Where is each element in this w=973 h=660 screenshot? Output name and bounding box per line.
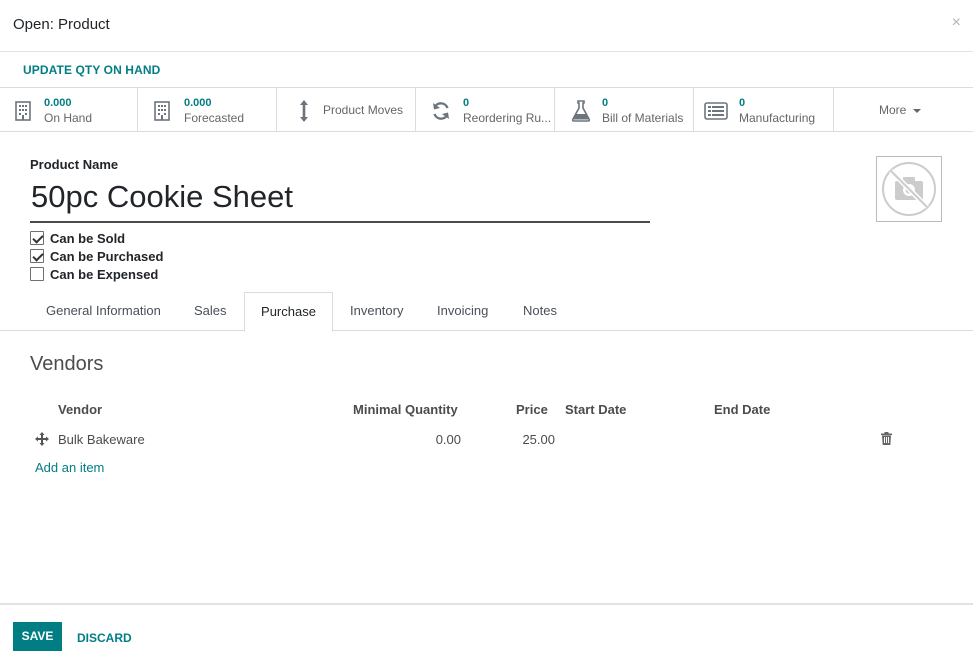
table-row[interactable]: Bulk Bakeware 0.00 25.00 (0, 429, 973, 451)
forecasted-value: 0.000 (184, 97, 212, 109)
col-start-date[interactable]: Start Date (565, 402, 626, 417)
product-name-input[interactable]: 50pc Cookie Sheet (30, 176, 650, 223)
dialog-header: Open: Product × (0, 0, 973, 52)
update-qty-button[interactable]: UPDATE QTY ON HAND (23, 63, 160, 77)
product-name-label: Product Name (30, 157, 119, 172)
product-moves-label: Product Moves (323, 103, 404, 117)
can-be-purchased-row: Can be Purchased (30, 247, 163, 265)
manufacturing-value: 0 (739, 97, 746, 109)
no-camera-icon (882, 162, 936, 216)
notebook-tabs: General Information Sales Purchase Inven… (0, 292, 973, 332)
product-flags: Can be Sold Can be Purchased Can be Expe… (30, 229, 163, 283)
on-hand-value: 0.000 (44, 97, 72, 109)
can-be-sold-checkbox[interactable] (30, 231, 44, 245)
price[interactable]: 25.00 (500, 432, 555, 447)
col-vendor[interactable]: Vendor (58, 402, 102, 417)
refresh-icon (430, 100, 452, 122)
building-icon (151, 100, 173, 122)
tab-invoicing[interactable]: Invoicing (421, 292, 504, 331)
can-be-purchased-label: Can be Purchased (50, 248, 164, 264)
tab-notes[interactable]: Notes (507, 292, 573, 331)
close-icon[interactable]: × (952, 14, 961, 32)
col-minimal-quantity[interactable]: Minimal Quantity (353, 402, 458, 417)
manufacturing-button[interactable]: 0 Manufacturing (694, 88, 834, 131)
tab-general-information[interactable]: General Information (30, 292, 177, 331)
bom-label: Bill of Materials (602, 111, 684, 125)
vendor-name[interactable]: Bulk Bakeware (58, 432, 145, 447)
product-moves-button[interactable]: Product Moves (277, 88, 416, 131)
dialog-title: Open: Product (13, 16, 110, 33)
tab-sales[interactable]: Sales (178, 292, 243, 331)
reordering-rules-value: 0 (463, 97, 470, 109)
action-bar: UPDATE QTY ON HAND (0, 52, 973, 88)
manufacturing-label: Manufacturing (739, 111, 816, 125)
col-price[interactable]: Price (516, 402, 548, 417)
vendors-table-header: Vendor Minimal Quantity Price Start Date… (0, 402, 973, 420)
bill-of-materials-button[interactable]: 0 Bill of Materials (555, 88, 694, 131)
more-label: More (879, 103, 907, 117)
col-end-date[interactable]: End Date (714, 402, 770, 417)
minimal-quantity[interactable]: 0.00 (400, 432, 461, 447)
forecasted-label: Forecasted (184, 111, 245, 125)
reordering-rules-button[interactable]: 0 Reordering Ru... (416, 88, 555, 131)
more-button[interactable]: More (834, 88, 973, 131)
add-an-item-link[interactable]: Add an item (35, 460, 104, 475)
can-be-purchased-checkbox[interactable] (30, 249, 44, 263)
can-be-expensed-row: Can be Expensed (30, 265, 163, 283)
can-be-expensed-checkbox[interactable] (30, 267, 44, 281)
bom-value: 0 (602, 97, 609, 109)
dialog-footer: SAVE DISCARD (0, 603, 973, 660)
drag-handle-icon[interactable] (35, 432, 49, 449)
tab-inventory[interactable]: Inventory (334, 292, 419, 331)
on-hand-button[interactable]: 0.000 On Hand (0, 88, 138, 131)
vendors-title: Vendors (30, 353, 104, 375)
can-be-expensed-label: Can be Expensed (50, 266, 159, 282)
can-be-sold-label: Can be Sold (50, 230, 126, 246)
tab-purchase[interactable]: Purchase (244, 292, 333, 332)
building-icon (12, 100, 34, 122)
caret-down-icon (913, 109, 921, 113)
save-button[interactable]: SAVE (13, 622, 62, 651)
product-image[interactable] (876, 156, 942, 222)
flask-icon (570, 100, 592, 122)
forecasted-button[interactable]: 0.000 Forecasted (138, 88, 277, 131)
arrows-vertical-icon (293, 100, 315, 122)
on-hand-label: On Hand (44, 111, 93, 125)
smart-button-box: 0.000 On Hand 0.000 Forecasted Product M… (0, 88, 973, 132)
list-alt-icon (704, 100, 728, 122)
reordering-rules-label: Reordering Ru... (463, 111, 552, 125)
can-be-sold-row: Can be Sold (30, 229, 163, 247)
discard-button[interactable]: DISCARD (77, 631, 132, 645)
trash-icon[interactable] (881, 432, 892, 448)
